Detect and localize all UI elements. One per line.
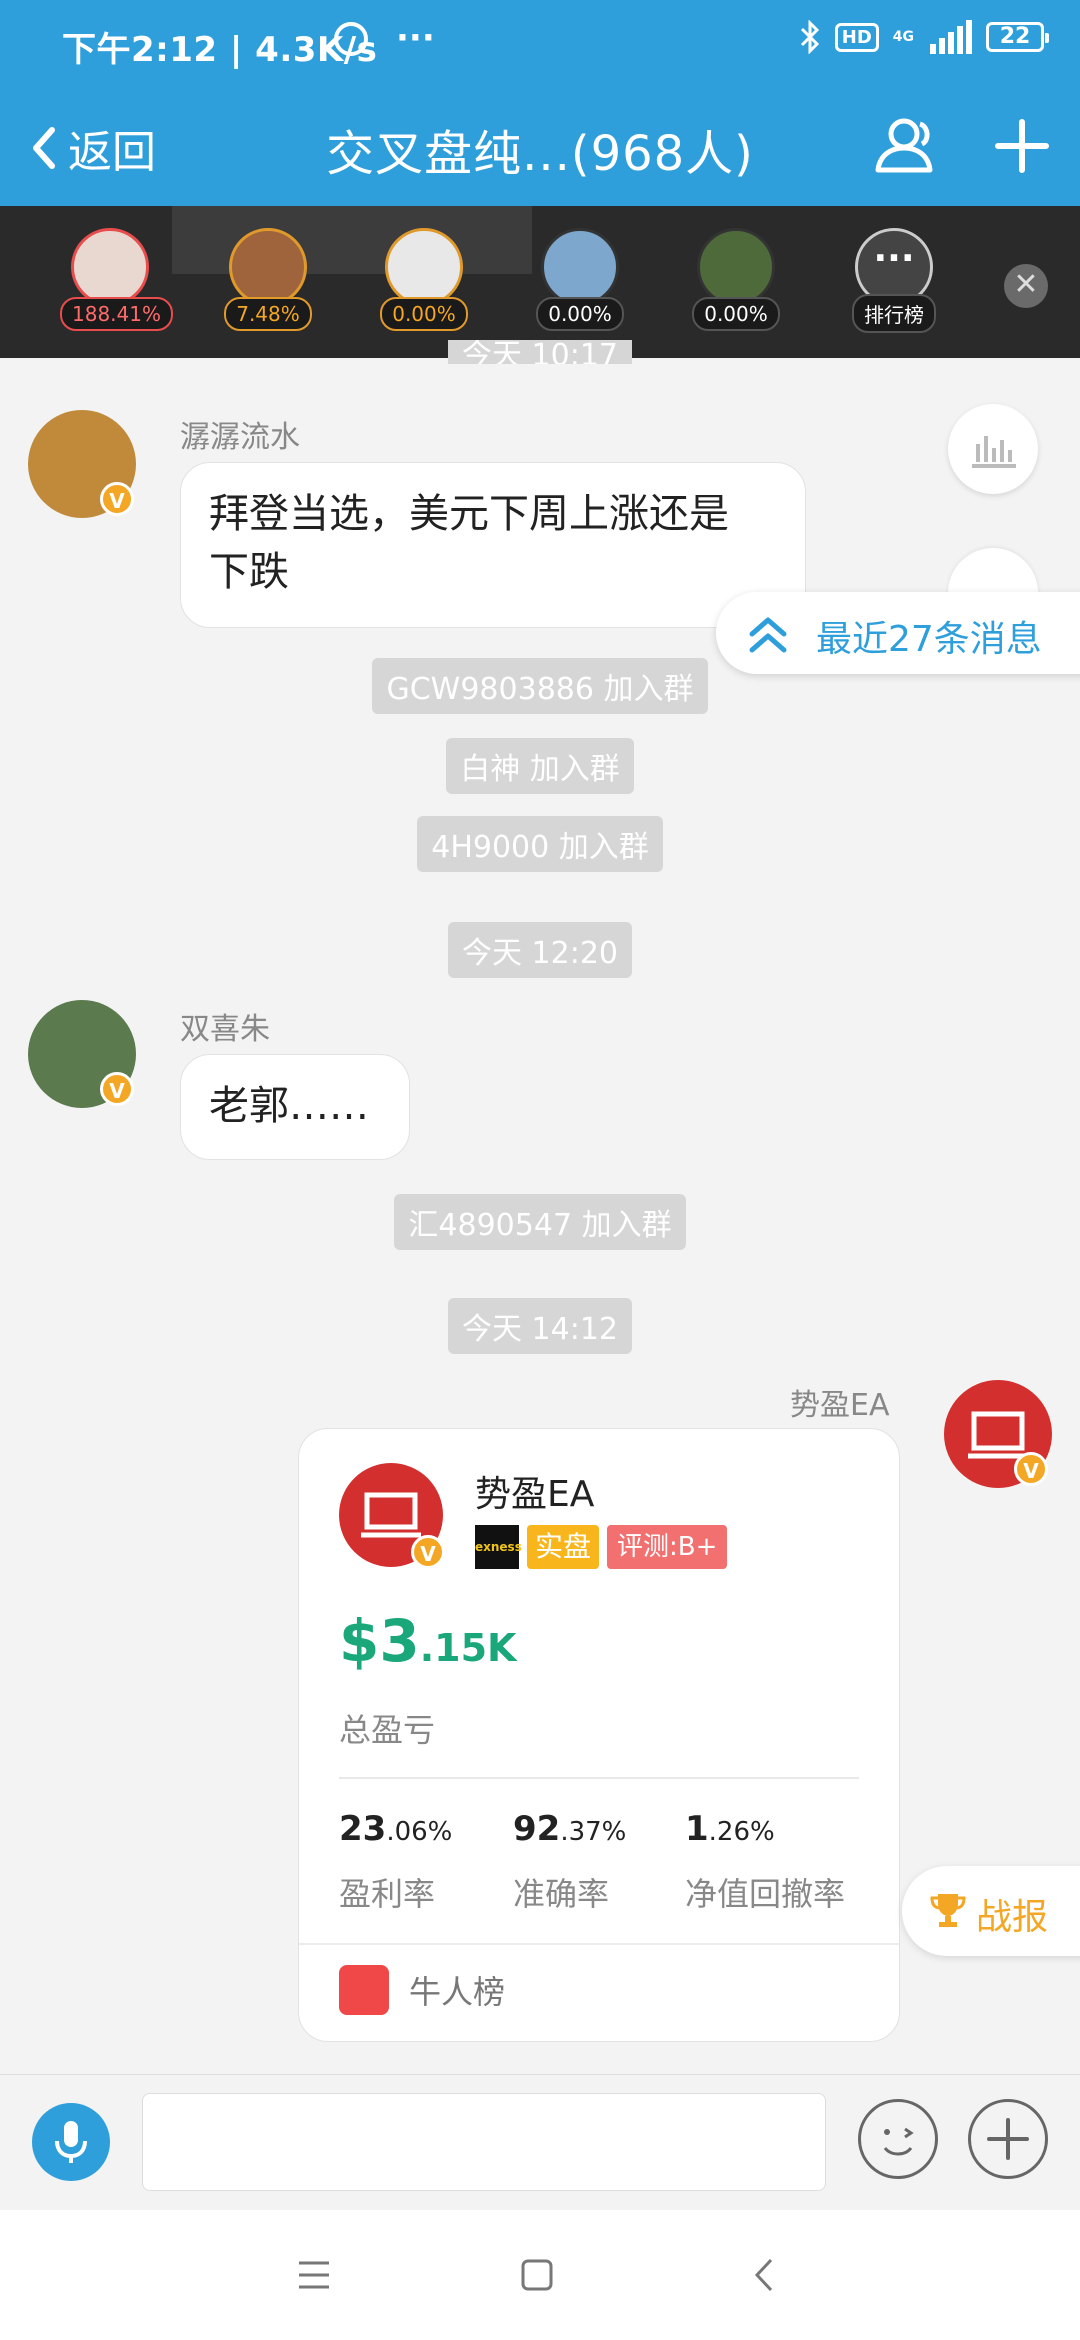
more-actions-button[interactable]: [968, 2099, 1048, 2179]
rating-tag: 评测:B+: [607, 1525, 728, 1569]
stat-profit-rate: 23.06% 盈利率: [339, 1809, 453, 1913]
sender-name: 双喜朱: [180, 1012, 270, 1047]
broker-tag: exness: [475, 1525, 522, 1569]
verified-icon: V: [100, 482, 134, 516]
message-bubble[interactable]: 老郭……: [180, 1054, 410, 1160]
signal-icon: [930, 20, 972, 54]
time-stamp: 今天 12:20: [0, 922, 1080, 978]
join-notice: 汇4890547 加入群: [0, 1194, 1080, 1250]
message-input[interactable]: [142, 2093, 826, 2191]
plus-icon: [987, 2118, 1029, 2160]
message-text: 拜登当选，美元下周上涨还是: [209, 491, 729, 537]
join-notice: 4H9000 加入群: [0, 816, 1080, 872]
avatar-einstein-icon: [541, 228, 619, 306]
alarm-icon: [334, 22, 368, 56]
verified-icon: V: [100, 1072, 134, 1106]
system-nav-bar: [0, 2210, 1080, 2340]
ranking-label: 排行榜: [852, 294, 936, 333]
trader-tags: exness 实盘 评测:B+: [475, 1525, 728, 1569]
group-members-button[interactable]: [870, 114, 940, 182]
ranking-more-button[interactable]: ··· 排行榜: [844, 228, 944, 333]
network-type: 4G: [892, 29, 914, 45]
bluetooth-icon: [800, 20, 819, 54]
stat-drawdown: 1.26% 净值回撤率: [685, 1809, 846, 1913]
profit-decimal: .15K: [419, 1626, 517, 1670]
leaderboard-link[interactable]: 牛人榜: [339, 1965, 505, 2015]
recent-messages-label: 最近27条消息: [816, 619, 1042, 660]
rank-item[interactable]: 7.48%: [218, 228, 318, 331]
smile-icon: [883, 2127, 914, 2156]
rank-item[interactable]: 0.00%: [686, 228, 786, 331]
leaderboard-label: 牛人榜: [409, 1973, 506, 2011]
add-button[interactable]: [992, 116, 1052, 180]
menu-icon[interactable]: [296, 2258, 332, 2292]
back-nav-icon[interactable]: [752, 2256, 776, 2294]
status-right-icons: HD 4G 22: [799, 20, 1049, 54]
double-chevron-up-icon: [749, 617, 787, 653]
trophy-icon: [930, 1894, 966, 1927]
rank-percent: 0.00%: [536, 297, 624, 331]
hd-icon: HD: [834, 22, 879, 52]
trader-card[interactable]: V 势盈EA exness 实盘 评测:B+ $3.15K 总盈亏 23.06%…: [298, 1428, 900, 2042]
avatar-cartoon-icon: [229, 228, 307, 306]
sender-name: 潺潺流水: [180, 420, 300, 455]
time-stamp: 今天 14:12: [0, 1298, 1080, 1354]
battle-report-label: 战报: [976, 1897, 1049, 1938]
avatar-clock-icon: [385, 228, 463, 306]
message-bubble[interactable]: 拜登当选，美元下周上涨还是 下跌: [180, 462, 806, 628]
message-text: 下跌: [209, 549, 289, 595]
live-tag: 实盘: [527, 1525, 600, 1569]
close-ranking-button[interactable]: ✕: [1004, 264, 1048, 308]
verified-icon: V: [411, 1535, 445, 1569]
divider: [299, 1943, 899, 1945]
total-profit: $3.15K: [339, 1607, 516, 1675]
bar-chart-icon: [972, 436, 1016, 468]
plus-icon: [995, 119, 1049, 173]
verified-icon: V: [1014, 1452, 1048, 1486]
time-stamp-partial: 今天 10:17: [0, 340, 1080, 364]
battle-report-button[interactable]: 战报: [902, 1866, 1080, 1956]
message-text: 老郭……: [209, 1083, 369, 1129]
join-notice: 白神 加入群: [0, 738, 1080, 794]
voice-button[interactable]: [32, 2103, 110, 2181]
stat-accuracy: 92.37% 准确率: [513, 1809, 627, 1913]
divider: [339, 1777, 859, 1779]
join-notice: GCW9803886 加入群: [0, 658, 1080, 714]
rank-item[interactable]: 0.00%: [374, 228, 474, 331]
profit-label: 总盈亏: [339, 1711, 436, 1749]
ranking-strip: 188.41% 7.48% 0.00% 0.00% 0.00% ··· 排行榜 …: [0, 206, 1080, 358]
profit-main: $3: [339, 1607, 420, 1675]
top-nav-bar: 返回 交叉盘纯...(968人): [0, 88, 1080, 206]
rank-item[interactable]: 188.41%: [60, 228, 173, 331]
status-more-dots: ···: [396, 18, 435, 58]
avatar-plant-icon: [697, 228, 775, 306]
microphone-icon: [55, 2121, 87, 2163]
members-icon: [875, 118, 933, 173]
avatar-girl-icon: [71, 228, 149, 306]
bull-icon: [339, 1965, 389, 2015]
trader-name: 势盈EA: [475, 1474, 595, 1515]
rank-percent: 188.41%: [60, 297, 173, 331]
emoji-button[interactable]: [858, 2099, 938, 2179]
rank-item[interactable]: 0.00%: [530, 228, 630, 331]
sender-name: 势盈EA: [790, 1388, 890, 1423]
rank-percent: 0.00%: [692, 297, 780, 331]
rank-percent: 7.48%: [224, 297, 312, 331]
input-bar: [0, 2074, 1080, 2211]
home-icon[interactable]: [520, 2258, 554, 2292]
status-bar: 下午2:12 | 4.3K/s ··· HD 4G 22: [0, 0, 1080, 88]
status-time-speed: 下午2:12 | 4.3K/s: [62, 30, 378, 70]
battery-icon: 22: [986, 22, 1049, 52]
chart-float-button[interactable]: [948, 404, 1038, 494]
rank-percent: 0.00%: [380, 297, 468, 331]
